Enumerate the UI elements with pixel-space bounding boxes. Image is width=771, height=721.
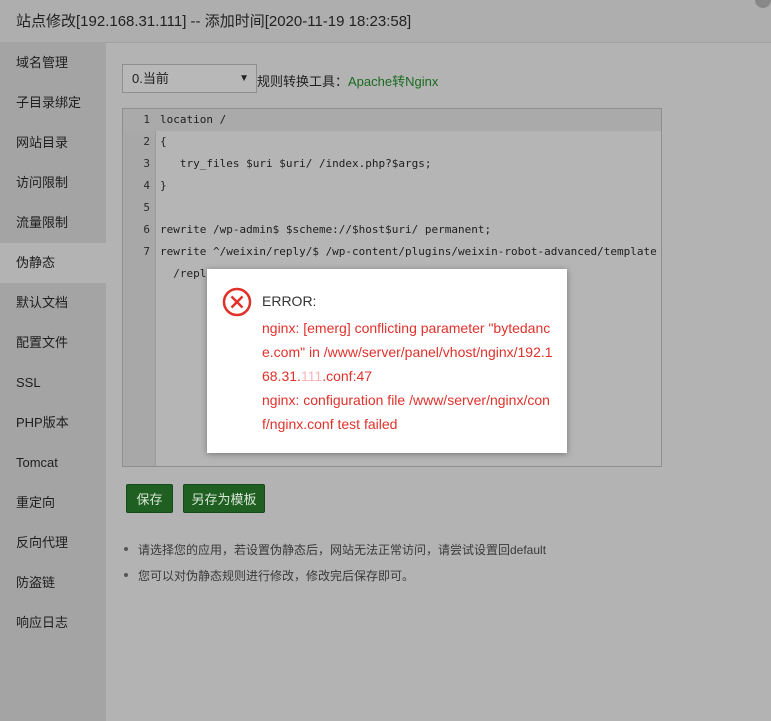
site-edit-window: 站点修改[192.168.31.111] -- 添加时间[2020-11-19 …	[0, 0, 771, 721]
sidebar-item-domain[interactable]: 域名管理	[0, 43, 106, 83]
sidebar-item-access-limit[interactable]: 访问限制	[0, 163, 106, 203]
sidebar-item-default-doc[interactable]: 默认文档	[0, 283, 106, 323]
code-line: 2 {	[123, 131, 661, 153]
save-as-template-button[interactable]: 另存为模板	[183, 484, 265, 513]
line-number: 4	[143, 179, 150, 192]
sidebar-item-response-log[interactable]: 响应日志	[0, 603, 106, 643]
code-text: rewrite /wp-admin$ $scheme://$host$uri/ …	[160, 223, 492, 236]
code-text: rewrite ^/weixin/reply/$ /wp-content/plu…	[160, 245, 657, 258]
code-text: {	[160, 135, 167, 148]
sidebar-item-php-version[interactable]: PHP版本	[0, 403, 106, 443]
code-line: 5	[123, 197, 661, 219]
code-line: 7 rewrite ^/weixin/reply/$ /wp-content/p…	[123, 241, 661, 263]
code-line: 6 rewrite /wp-admin$ $scheme://$host$uri…	[123, 219, 661, 241]
help-note: 请选择您的应用，若设置伪静态后，网站无法正常访问，请尝试设置回default	[122, 541, 546, 558]
sidebar-item-config-file[interactable]: 配置文件	[0, 323, 106, 363]
error-circle-x-icon	[222, 287, 252, 317]
error-title: ERROR:	[262, 293, 317, 309]
rewrite-template-select[interactable]: 0.当前 ▼	[122, 64, 257, 93]
rule-convert-label: 规则转换工具：	[257, 74, 349, 89]
sidebar-item-tomcat[interactable]: Tomcat	[0, 443, 106, 483]
sidebar-item-subdir[interactable]: 子目录绑定	[0, 83, 106, 123]
rule-convert-tool: 规则转换工具：Apache转Nginx	[257, 71, 438, 90]
close-icon[interactable]	[755, 0, 771, 8]
chevron-down-icon: ▼	[239, 73, 249, 84]
code-text: }	[160, 179, 167, 192]
line-number: 2	[143, 135, 150, 148]
code-text: try_files $uri $uri/ /index.php?$args;	[160, 157, 432, 170]
line-number: 7	[143, 245, 150, 258]
help-note: 您可以对伪静态规则进行修改，修改完后保存即可。	[122, 567, 546, 584]
error-message-redacted: 111	[300, 368, 323, 384]
error-message: nginx: [emerg] conflicting parameter "by…	[262, 316, 554, 436]
code-line: 4 }	[123, 175, 661, 197]
sidebar-item-ssl[interactable]: SSL	[0, 363, 106, 403]
save-button[interactable]: 保存	[126, 484, 173, 513]
line-number: 6	[143, 223, 150, 236]
error-dialog: ERROR: nginx: [emerg] conflicting parame…	[207, 269, 567, 453]
sidebar-item-site-dir[interactable]: 网站目录	[0, 123, 106, 163]
select-value: 0.当前	[132, 71, 169, 86]
sidebar-item-traffic-limit[interactable]: 流量限制	[0, 203, 106, 243]
help-notes: 请选择您的应用，若设置伪静态后，网站无法正常访问，请尝试设置回default 您…	[122, 541, 546, 593]
sidebar-item-hotlink[interactable]: 防盗链	[0, 563, 106, 603]
window-titlebar: 站点修改[192.168.31.111] -- 添加时间[2020-11-19 …	[0, 0, 771, 43]
settings-sidebar: 域名管理 子目录绑定 网站目录 访问限制 流量限制 伪静态 默认文档 配置文件 …	[0, 43, 106, 721]
line-number: 1	[143, 113, 150, 126]
sidebar-item-redirect[interactable]: 重定向	[0, 483, 106, 523]
error-message-line2: nginx: configuration file /www/server/ng…	[262, 392, 550, 432]
sidebar-item-reverse-proxy[interactable]: 反向代理	[0, 523, 106, 563]
code-text: /repl	[160, 267, 207, 280]
code-line: 1 location /	[123, 109, 661, 131]
line-number: 5	[143, 201, 150, 214]
sidebar-item-rewrite[interactable]: 伪静态	[0, 243, 106, 283]
apache-to-nginx-link[interactable]: Apache转Nginx	[348, 74, 438, 89]
window-title: 站点修改[192.168.31.111] -- 添加时间[2020-11-19 …	[16, 13, 412, 30]
code-text: location /	[160, 113, 227, 126]
line-number: 3	[143, 157, 150, 170]
code-line: 3 try_files $uri $uri/ /index.php?$args;	[123, 153, 661, 175]
error-message-part2: .conf:47	[322, 368, 373, 384]
